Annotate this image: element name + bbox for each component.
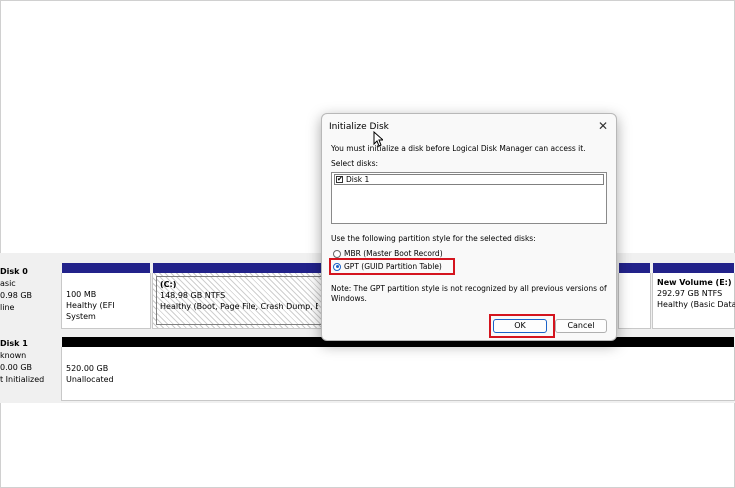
disk-1-checkbox[interactable]: ✔ (336, 176, 343, 183)
partition-e-size: 292.97 GB NTFS (657, 289, 723, 298)
disk-0-type: asic (0, 279, 16, 288)
mouse-cursor-icon (373, 131, 383, 147)
partition-c[interactable]: (C:) 148.98 GB NTFS Healthy (Boot, Page … (152, 263, 322, 329)
partition-e-status: Healthy (Basic Data (657, 300, 735, 309)
mbr-radio[interactable] (333, 249, 341, 258)
disk-1-type: known (0, 351, 27, 360)
unallocated-size: 520.00 GB (66, 364, 109, 373)
partition-c-status: Healthy (Boot, Page File, Crash Dump, Ba… (160, 302, 318, 311)
list-item[interactable]: ✔ Disk 1 (334, 174, 604, 185)
partition-bar (62, 263, 150, 273)
partition-c-size: 148.98 GB NTFS (160, 291, 226, 300)
initialize-disk-dialog: Initialize Disk ✕ You must initialize a … (321, 113, 617, 341)
close-icon[interactable]: ✕ (595, 118, 611, 134)
partition-unallocated[interactable]: 520.00 GB Unallocated (61, 337, 735, 401)
disk-1-status: t Initialized (0, 375, 45, 384)
disk-0-status: line (0, 303, 15, 312)
gpt-highlight-box (329, 258, 455, 275)
unallocated-status: Unallocated (66, 375, 114, 384)
gpt-note: Note: The GPT partition style is not rec… (331, 284, 607, 303)
disk-0-size: 0.98 GB (0, 291, 33, 300)
partition-e[interactable]: New Volume (E:) 292.97 GB NTFS Healthy (… (652, 263, 735, 329)
partition-c-selected-box: (C:) 148.98 GB NTFS Healthy (Boot, Page … (156, 276, 321, 325)
cancel-button[interactable]: Cancel (555, 319, 607, 333)
disk-1-label[interactable]: Disk 1 known 0.00 GB t Initialized (0, 338, 58, 386)
partition-bar (653, 263, 734, 273)
ok-highlight-box (489, 314, 555, 338)
partition-e-title: New Volume (E:) (657, 278, 732, 287)
disk-1-name: Disk 1 (0, 339, 28, 348)
partition-middle[interactable] (618, 263, 651, 329)
partition-bar (619, 263, 650, 273)
partition-bar (153, 263, 321, 273)
dialog-message: You must initialize a disk before Logica… (331, 144, 586, 153)
disk-1-item-label: Disk 1 (346, 175, 370, 184)
disk-list[interactable]: ✔ Disk 1 (331, 172, 607, 224)
partition-size: 100 MB (66, 290, 97, 299)
disk-0-label[interactable]: Disk 0 asic 0.98 GB line (0, 266, 58, 314)
partition-style-prompt: Use the following partition style for th… (331, 234, 536, 243)
partition-c-title: (C:) (160, 280, 177, 289)
partition-status: Healthy (EFI System (66, 301, 115, 321)
mbr-option[interactable]: MBR (Master Boot Record) (333, 249, 443, 258)
disk-1-size: 0.00 GB (0, 363, 33, 372)
disk-0-name: Disk 0 (0, 267, 28, 276)
select-disks-label: Select disks: (331, 159, 379, 168)
mbr-label: MBR (Master Boot Record) (344, 249, 443, 258)
partition-efi[interactable]: 100 MB Healthy (EFI System (61, 263, 151, 329)
